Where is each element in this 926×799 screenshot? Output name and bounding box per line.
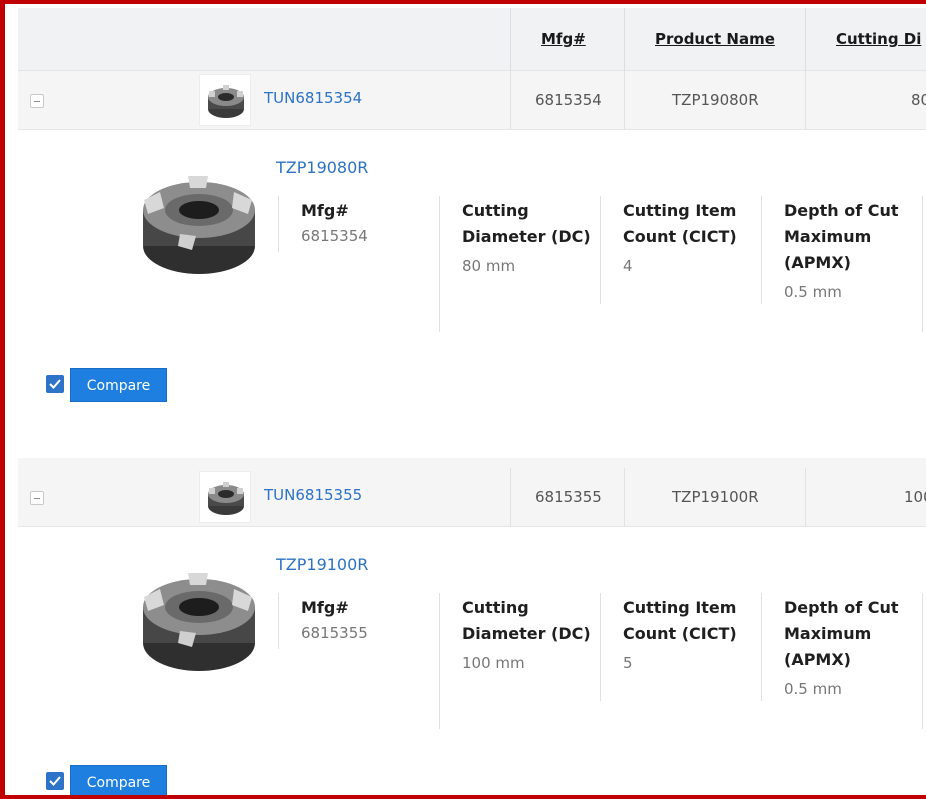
compare-button[interactable]: Compare <box>70 765 167 795</box>
product-sku-link[interactable]: TUN6815354 <box>264 89 362 107</box>
screenshot-frame: Mfg# Product Name Cutting Di TUN6815354 … <box>0 0 926 799</box>
spec-label: Mfg# <box>301 201 349 220</box>
spec-divider <box>278 196 279 252</box>
table-row[interactable]: TUN6815354 6815354 TZP19080R 80 <box>18 71 926 130</box>
header-divider <box>510 8 511 71</box>
spec-value: 100 mm <box>462 654 525 672</box>
cell-product-name: TZP19100R <box>672 488 759 506</box>
spec-divider <box>761 196 762 304</box>
compare-checkbox[interactable] <box>46 772 64 790</box>
spec-value: 80 mm <box>462 257 516 275</box>
milling-cutter-image <box>208 482 244 515</box>
spec-label: Mfg# <box>301 598 349 617</box>
spec-value: 0.5 mm <box>784 283 842 301</box>
cell-divider <box>805 71 806 130</box>
spec-divider <box>278 593 279 649</box>
spec-value: 0.5 mm <box>784 680 842 698</box>
header-divider <box>805 8 806 71</box>
spec-divider <box>922 196 923 332</box>
table-row[interactable]: TUN6815355 6815355 TZP19100R 100 <box>18 468 926 527</box>
spec-label: Cutting Diameter (DC) <box>462 201 591 246</box>
collapse-minus-icon[interactable] <box>30 491 44 505</box>
product-name-link[interactable]: TZP19100R <box>276 555 368 574</box>
cell-divider <box>805 468 806 527</box>
header-product-name[interactable]: Product Name <box>655 8 775 71</box>
spec-value: 6815355 <box>301 624 368 642</box>
product-image[interactable] <box>130 154 268 286</box>
spec-value: 4 <box>623 257 633 275</box>
spec-mfg: Mfg# 6815355 <box>301 595 411 645</box>
spec-label: Depth of Cut Maximum (APMX) <box>784 201 899 272</box>
header-cutting-diameter[interactable]: Cutting Di <box>836 8 926 71</box>
spec-value: 6815354 <box>301 227 368 245</box>
product-name-link[interactable]: TZP19080R <box>276 158 368 177</box>
product-detail-panel: TZP19080R Mfg# 6815354 Cutting Diameter … <box>18 130 926 468</box>
header-mfg[interactable]: Mfg# <box>541 8 586 71</box>
collapse-minus-icon[interactable] <box>30 94 44 108</box>
table-header: Mfg# Product Name Cutting Di <box>18 8 926 71</box>
cell-mfg: 6815354 <box>535 91 602 109</box>
spec-divider <box>439 196 440 332</box>
spec-value: 5 <box>623 654 633 672</box>
product-image[interactable] <box>130 551 268 683</box>
cell-product-name: TZP19080R <box>672 91 759 109</box>
spec-divider <box>922 593 923 729</box>
spec-divider <box>439 593 440 729</box>
compare-checkbox[interactable] <box>46 375 64 393</box>
spec-cutting-diameter: Cutting Diameter (DC) 100 mm <box>462 595 592 675</box>
cell-cutting-diameter: 80 <box>911 91 926 109</box>
milling-cutter-image <box>208 85 244 118</box>
milling-cutter-image <box>143 176 255 274</box>
cell-divider <box>510 468 511 527</box>
spec-cutting-item-count: Cutting Item Count (CICT) 4 <box>623 198 753 278</box>
milling-cutter-image <box>143 573 255 671</box>
checkmark-icon <box>49 776 61 786</box>
compare-button[interactable]: Compare <box>70 368 167 402</box>
row-separator <box>18 458 926 468</box>
cell-divider <box>624 468 625 527</box>
cell-divider <box>510 71 511 130</box>
spec-cutting-item-count: Cutting Item Count (CICT) 5 <box>623 595 753 675</box>
spec-label: Depth of Cut Maximum (APMX) <box>784 598 899 669</box>
spec-depth-of-cut: Depth of Cut Maximum (APMX) 0.5 mm <box>784 198 914 304</box>
product-detail-panel: TZP19100R Mfg# 6815355 Cutting Diameter … <box>18 527 926 795</box>
cell-divider <box>624 71 625 130</box>
spec-cutting-diameter: Cutting Diameter (DC) 80 mm <box>462 198 592 278</box>
product-thumbnail[interactable] <box>199 471 251 523</box>
checkmark-icon <box>49 379 61 389</box>
spec-label: Cutting Diameter (DC) <box>462 598 591 643</box>
cell-mfg: 6815355 <box>535 488 602 506</box>
spec-label: Cutting Item Count (CICT) <box>623 598 737 643</box>
spec-label: Cutting Item Count (CICT) <box>623 201 737 246</box>
header-divider <box>624 8 625 71</box>
spec-depth-of-cut: Depth of Cut Maximum (APMX) 0.5 mm <box>784 595 914 701</box>
product-thumbnail[interactable] <box>199 74 251 126</box>
spec-mfg: Mfg# 6815354 <box>301 198 411 248</box>
spec-divider <box>761 593 762 701</box>
cell-cutting-diameter: 100 <box>904 488 926 506</box>
product-results-table: Mfg# Product Name Cutting Di TUN6815354 … <box>18 8 926 795</box>
product-sku-link[interactable]: TUN6815355 <box>264 486 362 504</box>
spec-divider <box>600 593 601 701</box>
spec-divider <box>600 196 601 304</box>
